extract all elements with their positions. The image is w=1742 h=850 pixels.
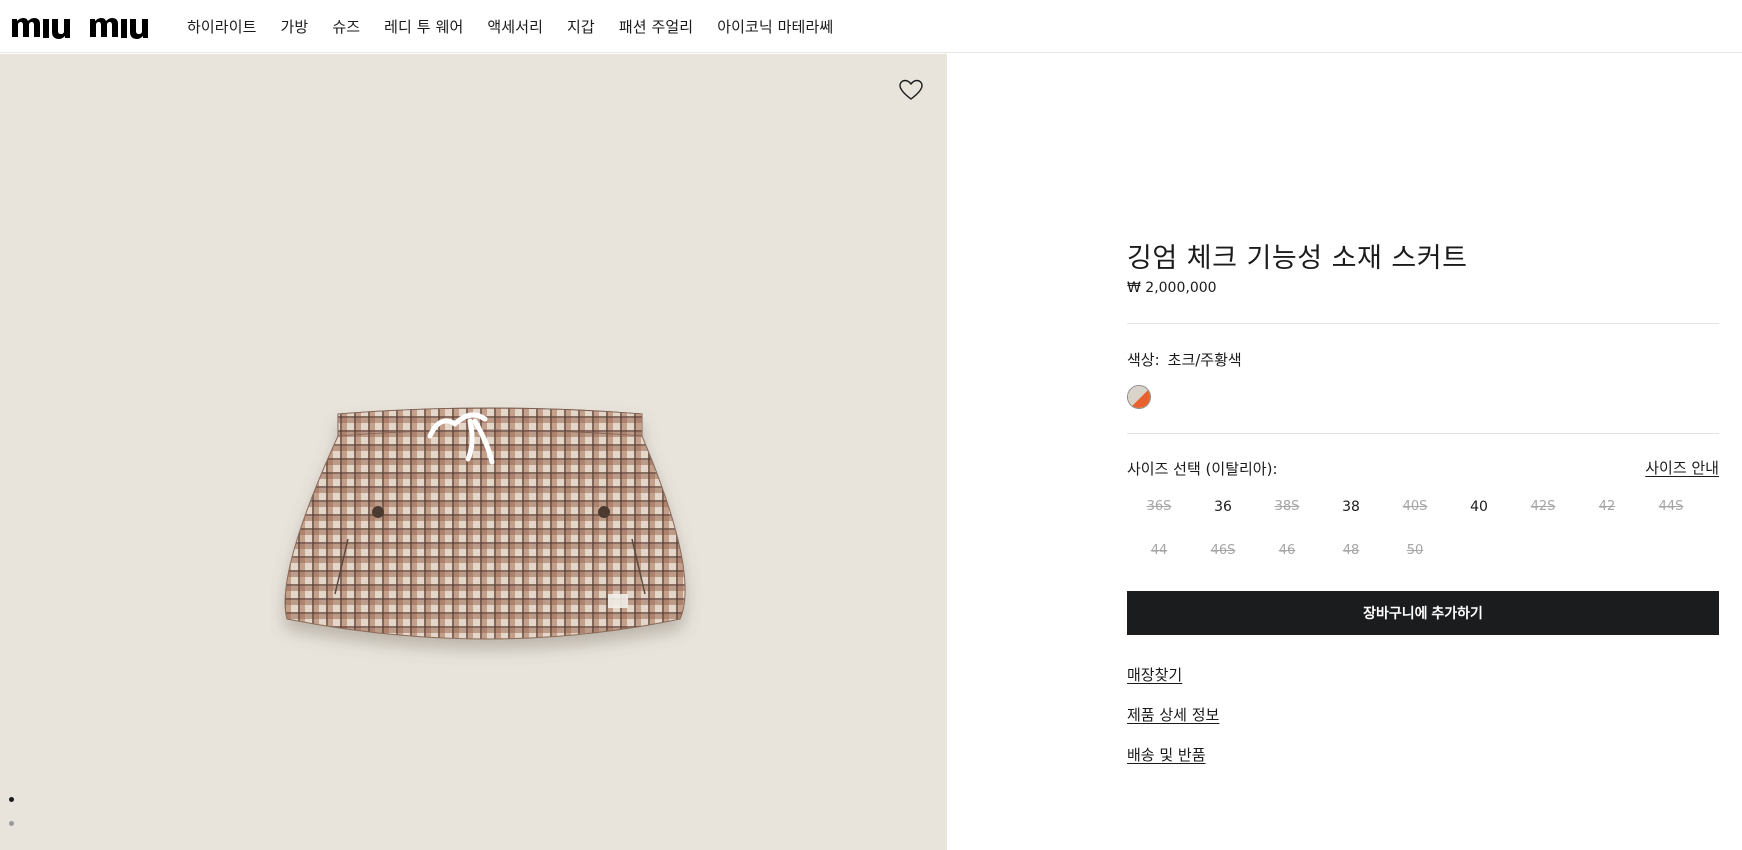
- size-option-44s[interactable]: 44S: [1639, 496, 1703, 540]
- size-option-36s[interactable]: 36S: [1127, 496, 1191, 540]
- size-option-44[interactable]: 44: [1127, 540, 1191, 584]
- size-option-46s[interactable]: 46S: [1191, 540, 1255, 584]
- nav-item-accessories[interactable]: 액세서리: [487, 16, 543, 37]
- product-title: 깅엄 체크 기능성 소재 스커트: [1127, 243, 1468, 274]
- heart-icon[interactable]: [899, 79, 923, 101]
- nav-item-fashion-jewelry[interactable]: 패션 주얼리: [619, 16, 693, 37]
- color-selection: 색상: 초크/주황색: [1127, 349, 1242, 370]
- store-finder-link[interactable]: 매장찾기: [1127, 664, 1182, 685]
- product-info-panel: 깅엄 체크 기능성 소재 스커트 ₩ 2,000,000 색상: 초크/주황색 사…: [1127, 0, 1719, 850]
- add-to-cart-button[interactable]: 장바구니에 추가하기: [1127, 591, 1719, 635]
- gallery-dot-1[interactable]: [9, 797, 14, 802]
- size-option-38[interactable]: 38: [1319, 496, 1383, 540]
- size-guide-link[interactable]: 사이즈 안내: [1645, 457, 1719, 478]
- divider: [1127, 433, 1719, 434]
- divider: [1127, 323, 1719, 324]
- gallery-pagination: [9, 797, 14, 845]
- nav-item-highlights[interactable]: 하이라이트: [187, 16, 257, 37]
- nav-item-iconic-matelasse[interactable]: 아이코닉 마테라쎄: [717, 16, 833, 37]
- gallery-dot-2[interactable]: [9, 821, 14, 826]
- shipping-returns-link[interactable]: 배송 및 반품: [1127, 744, 1206, 765]
- size-option-40s[interactable]: 40S: [1383, 496, 1447, 540]
- product-image-panel: [0, 54, 947, 850]
- size-select-label: 사이즈 선택 (이탈리아):: [1127, 460, 1278, 478]
- size-options: 36S 36 38S 38 40S 40 42S 42 44S 44 46S 4…: [1127, 496, 1719, 584]
- color-value: 초크/주황색: [1167, 351, 1242, 369]
- size-option-40[interactable]: 40: [1447, 496, 1511, 540]
- main-nav: 하이라이트 가방 슈즈 레디 투 웨어 액세서리 지갑 패션 주얼리 아이코닉 …: [187, 16, 857, 37]
- size-option-38s[interactable]: 38S: [1255, 496, 1319, 540]
- product-details-link[interactable]: 제품 상세 정보: [1127, 704, 1219, 725]
- size-option-42[interactable]: 42: [1575, 496, 1639, 540]
- color-swatch-chalk-orange[interactable]: [1127, 385, 1151, 409]
- nav-item-shoes[interactable]: 슈즈: [332, 16, 360, 37]
- product-price: ₩ 2,000,000: [1127, 280, 1217, 296]
- product-image: [284, 407, 686, 640]
- color-label: 색상:: [1127, 351, 1160, 369]
- size-option-48[interactable]: 48: [1319, 540, 1383, 584]
- size-option-50[interactable]: 50: [1383, 540, 1447, 584]
- nav-item-ready-to-wear[interactable]: 레디 투 웨어: [384, 16, 463, 37]
- size-option-42s[interactable]: 42S: [1511, 496, 1575, 540]
- size-option-36[interactable]: 36: [1191, 496, 1255, 540]
- size-option-46[interactable]: 46: [1255, 540, 1319, 584]
- swatch-icon: [1128, 386, 1150, 408]
- brand-logo[interactable]: [12, 13, 162, 39]
- nav-item-bags[interactable]: 가방: [281, 16, 309, 37]
- nav-item-wallets[interactable]: 지갑: [567, 16, 595, 37]
